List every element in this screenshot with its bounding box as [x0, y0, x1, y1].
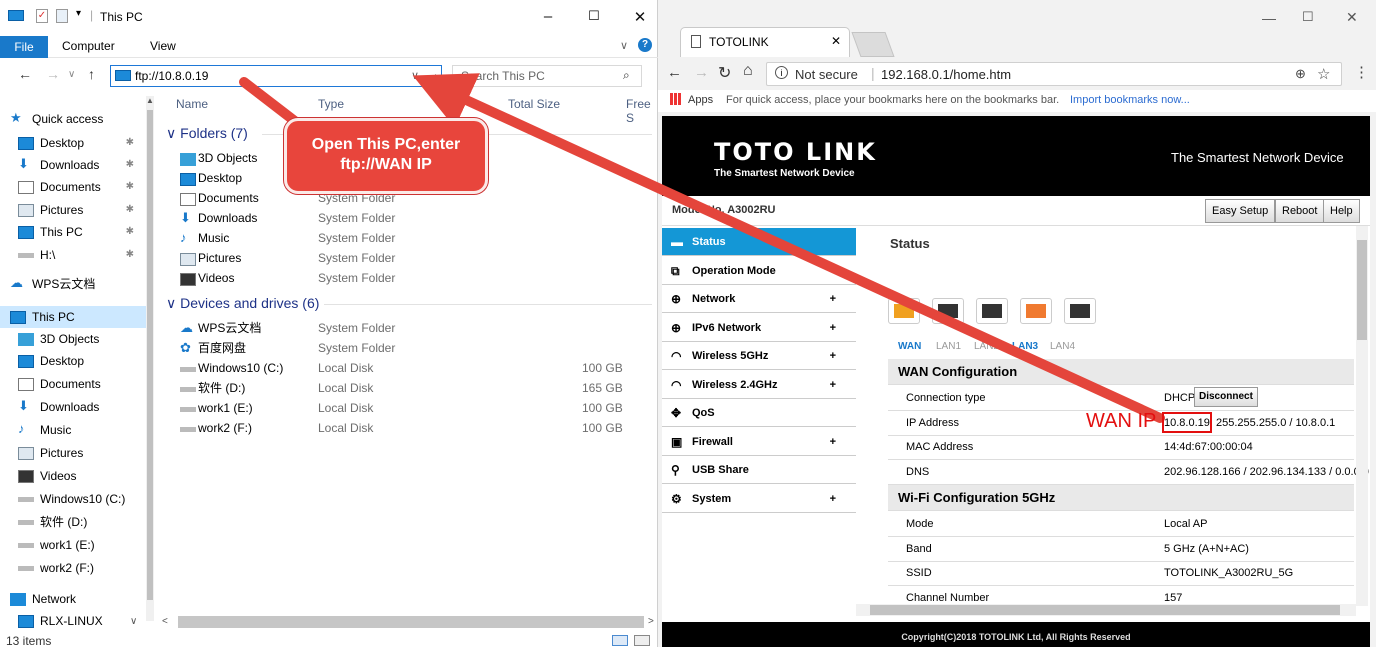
wan-ip-highlight: [1162, 412, 1212, 433]
callout-box: Open This PC,enter ftp://WAN IP: [284, 118, 488, 194]
annotation-arrow: [239, 73, 1165, 423]
wan-ip-label: WAN IP: [1086, 410, 1157, 432]
callout-pointer: [239, 77, 301, 127]
arrow-line: [412, 73, 1165, 423]
